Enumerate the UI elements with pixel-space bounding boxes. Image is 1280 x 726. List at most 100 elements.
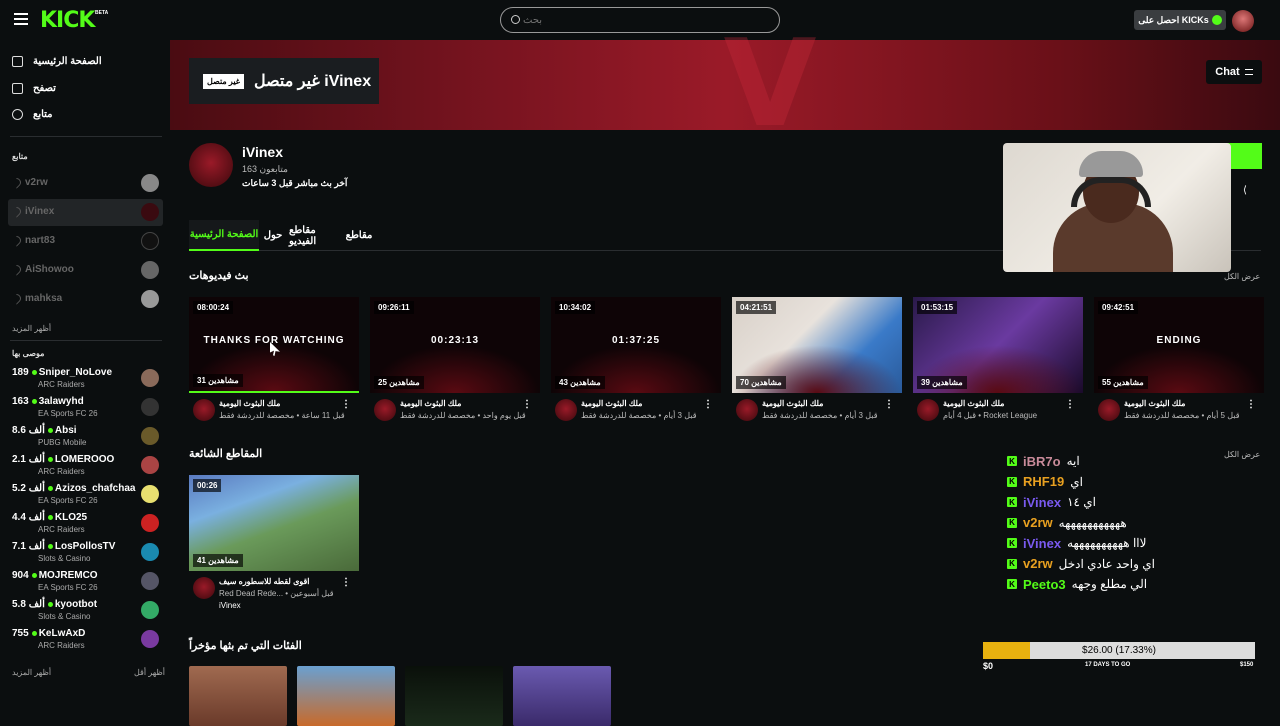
- category-card[interactable]: [513, 666, 611, 726]
- more-options-icon[interactable]: ⋮: [341, 577, 351, 588]
- chat-username[interactable]: Peeto3: [1023, 577, 1066, 592]
- kick-logo[interactable]: KICK: [40, 8, 95, 33]
- nav-following[interactable]: متابع: [12, 105, 53, 123]
- recommended-item[interactable]: 7.1 ألف LosPollosTV Slots & Casino: [8, 539, 163, 568]
- recommended-item[interactable]: 755 KeLwAxD ARC Raiders: [8, 626, 163, 655]
- chat-username[interactable]: iVinex: [1023, 536, 1061, 551]
- vod-title[interactable]: ملك البثوث اليومية: [943, 399, 1004, 408]
- recommended-item[interactable]: 904 MOJREMCO EA Sports FC 26: [8, 568, 163, 597]
- category-card[interactable]: [405, 666, 503, 726]
- get-kicks-button[interactable]: احصل على KICKs: [1134, 10, 1226, 30]
- hamburger-menu-icon[interactable]: [14, 13, 28, 25]
- vod-card[interactable]: 04:21:51 70 مشاهدين ملك البثوث اليومية قبل …: [732, 297, 902, 425]
- chat-username[interactable]: v2rw: [1023, 515, 1053, 530]
- clip-card[interactable]: 00:26 41 مشاهدين اقوى لقطه للاسطوره سيف …: [189, 475, 359, 616]
- clips-view-all-link[interactable]: عرض الكل: [1224, 450, 1260, 459]
- category-card[interactable]: [189, 666, 287, 726]
- clip-title[interactable]: اقوى لقطه للاسطوره سيف: [219, 577, 310, 586]
- vod-thumbnail[interactable]: THANKS FOR WATCHING 08:00:24 31 مشاهدين: [189, 297, 359, 393]
- tab-videos[interactable]: مقاطع الفيديو: [289, 220, 341, 251]
- recommended-item[interactable]: 8.6 ألف Absi PUBG Mobile: [8, 423, 163, 452]
- avatar[interactable]: [917, 399, 939, 421]
- tab-about[interactable]: حول: [261, 220, 285, 251]
- live-dot-icon: [31, 631, 37, 636]
- chat-button[interactable]: Chat: [1206, 60, 1262, 84]
- more-options-icon[interactable]: ⋮: [341, 399, 351, 410]
- vod-card[interactable]: 00:23:13 09:26:11 25 مشاهدين ملك البثوث الي…: [370, 297, 540, 425]
- more-options-icon[interactable]: ⋮: [703, 399, 713, 410]
- nav-browse-label: تصفح: [33, 82, 56, 94]
- chat-text: الي مطلع وجهه: [1071, 577, 1148, 591]
- vod-title[interactable]: ملك البثوث اليومية: [1124, 399, 1185, 408]
- recommended-item[interactable]: 4.4 ألف KLO25 ARC Raiders: [8, 510, 163, 539]
- more-options-icon[interactable]: ⋮: [1065, 399, 1075, 410]
- tab-clips[interactable]: مقاطع: [345, 220, 373, 251]
- avatar[interactable]: [193, 399, 215, 421]
- avatar: [141, 456, 159, 474]
- vod-title[interactable]: ملك البثوث اليومية: [581, 399, 642, 408]
- recommended-item[interactable]: 5.2 ألف Azizos_chafchaa EA Sports FC 26: [8, 481, 163, 510]
- nav-home[interactable]: الصفحة الرئيسية: [12, 52, 102, 70]
- recommended-item[interactable]: 189 Sniper_NoLove ARC Raiders: [8, 365, 163, 394]
- show-less-link[interactable]: أظهر أقل: [134, 668, 165, 677]
- following-item[interactable]: nart83: [8, 228, 163, 255]
- avatar[interactable]: [374, 399, 396, 421]
- vod-title[interactable]: ملك البثوث اليومية: [762, 399, 823, 408]
- vod-thumbnail[interactable]: 01:53:15 39 مشاهدين: [913, 297, 1083, 393]
- avatar[interactable]: [555, 399, 577, 421]
- vod-title[interactable]: ملك البثوث اليومية: [400, 399, 461, 408]
- vod-card[interactable]: 01:37:25 10:34:02 43 مشاهدين ملك البثوث الي…: [551, 297, 721, 425]
- avatar[interactable]: [1098, 399, 1120, 421]
- following-item-active[interactable]: iVinex: [8, 199, 163, 226]
- avatar[interactable]: [193, 577, 215, 599]
- avatar[interactable]: [736, 399, 758, 421]
- goal-max: $150: [1240, 662, 1254, 668]
- vod-duration: 09:42:51: [1098, 301, 1139, 314]
- more-options-icon[interactable]: ⋮: [522, 399, 532, 410]
- chat-text: اي واحد عادي ادخل: [1058, 556, 1155, 571]
- more-options-icon[interactable]: ⋮: [1246, 399, 1256, 410]
- vod-duration: 10:34:02: [555, 301, 596, 314]
- following-item[interactable]: AiShowoo: [8, 257, 163, 284]
- thumbnail-text: THANKS FOR WATCHING: [203, 335, 345, 346]
- clip-meta: Red Dead Rede... • قبل أسبوعين: [219, 589, 334, 598]
- user-avatar[interactable]: [1232, 10, 1254, 32]
- vod-thumbnail[interactable]: ENDING 09:42:51 55 مشاهدين: [1094, 297, 1264, 393]
- vod-thumbnail[interactable]: 00:23:13 09:26:11 25 مشاهدين: [370, 297, 540, 393]
- show-more-link[interactable]: أظهر المزيد: [12, 668, 51, 677]
- viewer-count: 2.1 ألف: [12, 454, 45, 465]
- clip-thumbnail[interactable]: 00:26 41 مشاهدين: [189, 475, 359, 571]
- vod-thumbnail[interactable]: 04:21:51 70 مشاهدين: [732, 297, 902, 393]
- vod-views: 39 مشاهدين: [917, 376, 967, 389]
- kick-badge-icon: K: [1007, 558, 1017, 569]
- more-options-icon[interactable]: ⋮: [884, 399, 894, 410]
- following-item[interactable]: mahksa: [8, 286, 163, 313]
- recommended-item[interactable]: 5.8 ألف kyootbot Slots & Casino: [8, 597, 163, 626]
- vod-card[interactable]: ENDING 09:42:51 55 مشاهدين ملك البثوث اليوم…: [1094, 297, 1264, 425]
- recommended-item[interactable]: 163 3alawyhd EA Sports FC 26: [8, 394, 163, 423]
- chat-username[interactable]: RHF19: [1023, 474, 1064, 489]
- category-card[interactable]: [297, 666, 395, 726]
- offline-signal-icon: [10, 263, 23, 276]
- vods-view-all-link[interactable]: عرض الكل: [1224, 272, 1260, 281]
- vod-card[interactable]: 01:53:15 39 مشاهدين ملك البثوث اليومية قبل …: [913, 297, 1083, 425]
- vod-duration: 01:53:15: [917, 301, 958, 314]
- clip-info: اقوى لقطه للاسطوره سيف Red Dead Rede... …: [189, 571, 359, 616]
- vod-card[interactable]: THANKS FOR WATCHING 08:00:24 31 مشاهدين ملك…: [189, 297, 359, 425]
- chat-message: Kv2rw اي واحد عادي ادخل: [1007, 555, 1155, 573]
- vod-title[interactable]: ملك البثوث اليومية: [219, 399, 280, 408]
- following-item[interactable]: v2rw: [8, 170, 163, 197]
- chat-username[interactable]: iVinex: [1023, 495, 1061, 510]
- clip-author[interactable]: iVinex: [219, 601, 241, 610]
- vod-info: ملك البثوث اليومية قبل 11 ساعة • مخصصة لل…: [189, 393, 359, 425]
- share-icon[interactable]: ⟨: [1243, 185, 1247, 196]
- vod-thumbnail[interactable]: 01:37:25 10:34:02 43 مشاهدين: [551, 297, 721, 393]
- nav-browse[interactable]: تصفح: [12, 79, 56, 97]
- channel-avatar[interactable]: [189, 143, 233, 187]
- show-more-link[interactable]: أظهر المزيد: [12, 324, 51, 333]
- chat-username[interactable]: v2rw: [1023, 556, 1053, 571]
- tab-home[interactable]: الصفحة الرئيسية: [189, 220, 259, 251]
- chat-username[interactable]: iBR7o: [1023, 454, 1061, 469]
- recommended-item[interactable]: 2.1 ألف LOMEROOO ARC Raiders: [8, 452, 163, 481]
- avatar: [141, 398, 159, 416]
